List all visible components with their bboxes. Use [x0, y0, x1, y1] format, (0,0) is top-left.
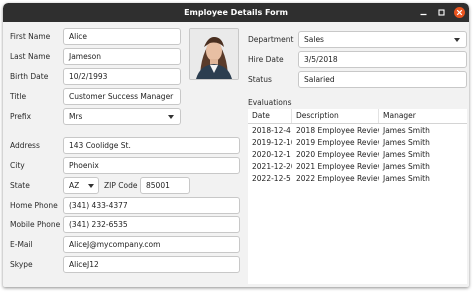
description-cell: 2019 Employee Review: [296, 138, 379, 147]
last-name-field[interactable]: Jameson: [63, 48, 181, 65]
department-value: Sales: [304, 35, 324, 44]
first-name-field[interactable]: Alice: [63, 28, 181, 45]
first-name-label: First Name: [10, 32, 51, 41]
description-cell: 2021 Employee Review: [296, 162, 379, 171]
hire-date-label: Hire Date: [248, 55, 284, 64]
maximize-button[interactable]: [436, 7, 447, 18]
minimize-button[interactable]: [418, 7, 429, 18]
state-dropdown[interactable]: AZ: [63, 177, 99, 194]
skype-label: Skype: [10, 260, 33, 269]
window-title: Employee Details Form: [184, 8, 288, 17]
prefix-value: Mrs: [69, 112, 83, 121]
portrait-image: [190, 29, 238, 79]
home-phone-field[interactable]: (341) 433-4377: [63, 197, 240, 214]
maximize-icon: [438, 9, 445, 16]
table-row[interactable]: 2019-12-10 2019 Employee Review James Sm…: [248, 137, 467, 149]
table-header: Date Description Manager: [248, 109, 467, 124]
date-cell: 2018-12-4: [252, 126, 291, 135]
birth-date-field[interactable]: 10/2/1993: [63, 68, 181, 85]
date-cell: 2021-12-20: [252, 162, 292, 171]
email-label: E-Mail: [10, 240, 33, 249]
state-label: State: [10, 181, 30, 190]
column-header-date[interactable]: Date: [248, 109, 292, 123]
description-cell: 2020 Employee Review: [296, 150, 379, 159]
address-field[interactable]: 143 Coolidge St.: [63, 137, 240, 154]
city-label: City: [10, 161, 25, 170]
table-row[interactable]: 2021-12-20 2021 Employee Review James Sm…: [248, 161, 467, 173]
prefix-label: Prefix: [10, 112, 32, 121]
home-phone-label: Home Phone: [10, 201, 58, 210]
status-field[interactable]: Salaried: [298, 71, 467, 88]
evaluations-label: Evaluations: [248, 98, 292, 107]
description-cell: 2022 Employee Review: [296, 174, 379, 183]
chevron-down-icon: [454, 38, 460, 42]
employee-photo: [189, 28, 239, 80]
column-header-description[interactable]: Description: [292, 109, 379, 123]
state-value: AZ: [69, 181, 80, 190]
skype-field[interactable]: AliceJ12: [63, 256, 240, 273]
date-cell: 2019-12-10: [252, 138, 292, 147]
last-name-label: Last Name: [10, 52, 51, 61]
prefix-dropdown[interactable]: Mrs: [63, 108, 181, 125]
title-bar: Employee Details Form: [3, 3, 469, 22]
birth-date-label: Birth Date: [10, 72, 49, 81]
employee-form-window: Employee Details Form First Name Alice L…: [3, 3, 469, 287]
address-label: Address: [10, 141, 40, 150]
zip-code-label: ZIP Code: [104, 181, 138, 190]
manager-cell: James Smith: [383, 126, 430, 135]
title-field[interactable]: Customer Success Manager: [63, 88, 181, 105]
close-button[interactable]: [454, 7, 465, 18]
mobile-phone-field[interactable]: (341) 232-6535: [63, 216, 240, 233]
minimize-icon: [420, 13, 427, 16]
manager-cell: James Smith: [383, 174, 430, 183]
manager-cell: James Smith: [383, 162, 430, 171]
zip-code-field[interactable]: 85001: [140, 177, 190, 194]
department-label: Department: [248, 35, 294, 44]
mobile-phone-label: Mobile Phone: [10, 220, 61, 229]
manager-cell: James Smith: [383, 150, 430, 159]
table-row[interactable]: 2020-12-1 2020 Employee Review James Smi…: [248, 149, 467, 161]
date-cell: 2020-12-1: [252, 150, 291, 159]
description-cell: 2018 Employee Review: [296, 126, 379, 135]
chevron-down-icon: [88, 184, 94, 188]
close-icon: [456, 9, 463, 16]
column-header-manager[interactable]: Manager: [379, 109, 467, 123]
hire-date-field[interactable]: 3/5/2018: [298, 51, 467, 68]
manager-cell: James Smith: [383, 138, 430, 147]
department-dropdown[interactable]: Sales: [298, 31, 467, 48]
status-label: Status: [248, 75, 272, 84]
city-field[interactable]: Phoenix: [63, 157, 240, 174]
table-row[interactable]: 2022-12-5 2022 Employee Review James Smi…: [248, 173, 467, 185]
table-row[interactable]: 2018-12-4 2018 Employee Review James Smi…: [248, 125, 467, 137]
evaluations-table: Date Description Manager 2018-12-4 2018 …: [248, 109, 467, 284]
email-field[interactable]: AliceJ@mycompany.com: [63, 236, 240, 253]
date-cell: 2022-12-5: [252, 174, 291, 183]
title-label: Title: [10, 92, 27, 101]
chevron-down-icon: [168, 115, 174, 119]
